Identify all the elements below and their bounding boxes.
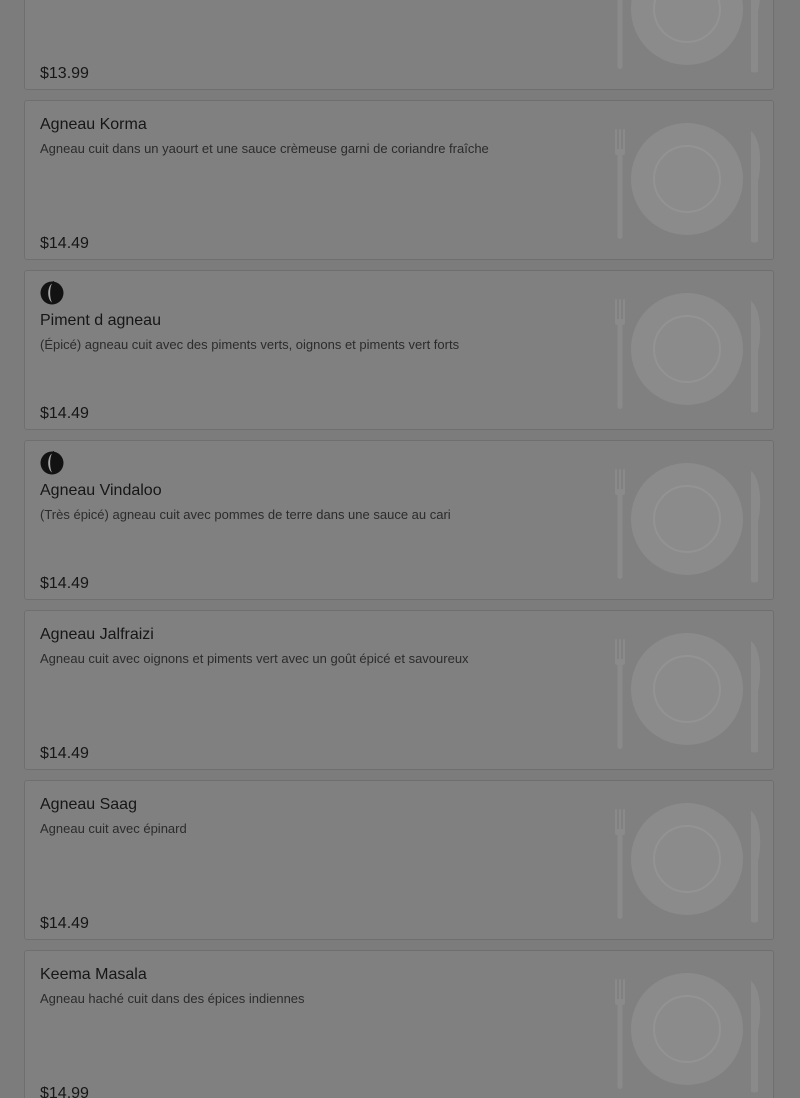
menu-item-name: Keema Masala	[40, 966, 147, 983]
menu-item-card[interactable]: Agneau Jalfraizi Agneau cuit avec oignon…	[24, 610, 774, 770]
plate-cutlery-icon	[615, 463, 761, 583]
menu-item-card[interactable]: $13.99	[24, 0, 774, 90]
menu-item-body: Keema Masala Agneau haché cuit dans des …	[40, 961, 603, 1098]
plate-cutlery-icon	[615, 803, 761, 923]
menu-item-description: Agneau haché cuit dans des épices indien…	[40, 991, 305, 1006]
menu-item-card[interactable]: Keema Masala Agneau haché cuit dans des …	[24, 950, 774, 1098]
menu-item-price: $14.49	[40, 745, 89, 762]
plate-cutlery-icon	[615, 123, 761, 243]
plate-cutlery-icon	[615, 633, 761, 753]
menu-item-body: Agneau Vindaloo (Très épicé) agneau cuit…	[40, 451, 603, 593]
menu-item-list: $13.99 Agneau Korma Agneau cuit dans un …	[24, 0, 774, 1098]
menu-item-body	[40, 0, 603, 83]
menu-item-name: Piment d agneau	[40, 312, 161, 329]
menu-item-description: Agneau cuit avec épinard	[40, 821, 187, 836]
menu-item-name: Agneau Korma	[40, 116, 147, 133]
menu-item-card[interactable]: Agneau Vindaloo (Très épicé) agneau cuit…	[24, 440, 774, 600]
chili-pepper-icon	[40, 281, 64, 305]
menu-item-card[interactable]: Agneau Korma Agneau cuit dans un yaourt …	[24, 100, 774, 260]
menu-item-body: Agneau Jalfraizi Agneau cuit avec oignon…	[40, 621, 603, 763]
menu-item-description: Agneau cuit avec oignons et piments vert…	[40, 651, 469, 666]
menu-item-description: (Épicé) agneau cuit avec des piments ver…	[40, 337, 460, 352]
menu-item-description: Agneau cuit dans un yaourt et une sauce …	[40, 141, 489, 156]
menu-item-name: Agneau Vindaloo	[40, 482, 162, 499]
menu-item-price: $14.49	[40, 915, 89, 932]
menu-item-price: $14.99	[40, 1085, 89, 1098]
plate-cutlery-icon	[617, 0, 760, 73]
menu-item-card[interactable]: Piment d agneau (Épicé) agneau cuit avec…	[24, 270, 774, 430]
plate-cutlery-icon	[615, 293, 761, 413]
menu-item-body: Piment d agneau (Épicé) agneau cuit avec…	[40, 281, 603, 423]
menu-item-price: $13.99	[40, 65, 89, 82]
plate-cutlery-icon	[615, 973, 761, 1093]
menu-item-body: Agneau Korma Agneau cuit dans un yaourt …	[40, 111, 603, 253]
menu-item-price: $14.49	[40, 405, 89, 422]
menu-item-price: $14.49	[40, 575, 89, 592]
menu-item-description: (Très épicé) agneau cuit avec pommes de …	[40, 507, 451, 522]
menu-item-name: Agneau Jalfraizi	[40, 626, 154, 643]
menu-item-card[interactable]: Agneau Saag Agneau cuit avec épinard $14…	[24, 780, 774, 940]
menu-item-name: Agneau Saag	[40, 796, 137, 813]
chili-pepper-icon	[40, 451, 64, 475]
menu-item-price: $14.49	[40, 235, 89, 252]
menu-item-body: Agneau Saag Agneau cuit avec épinard	[40, 791, 603, 933]
